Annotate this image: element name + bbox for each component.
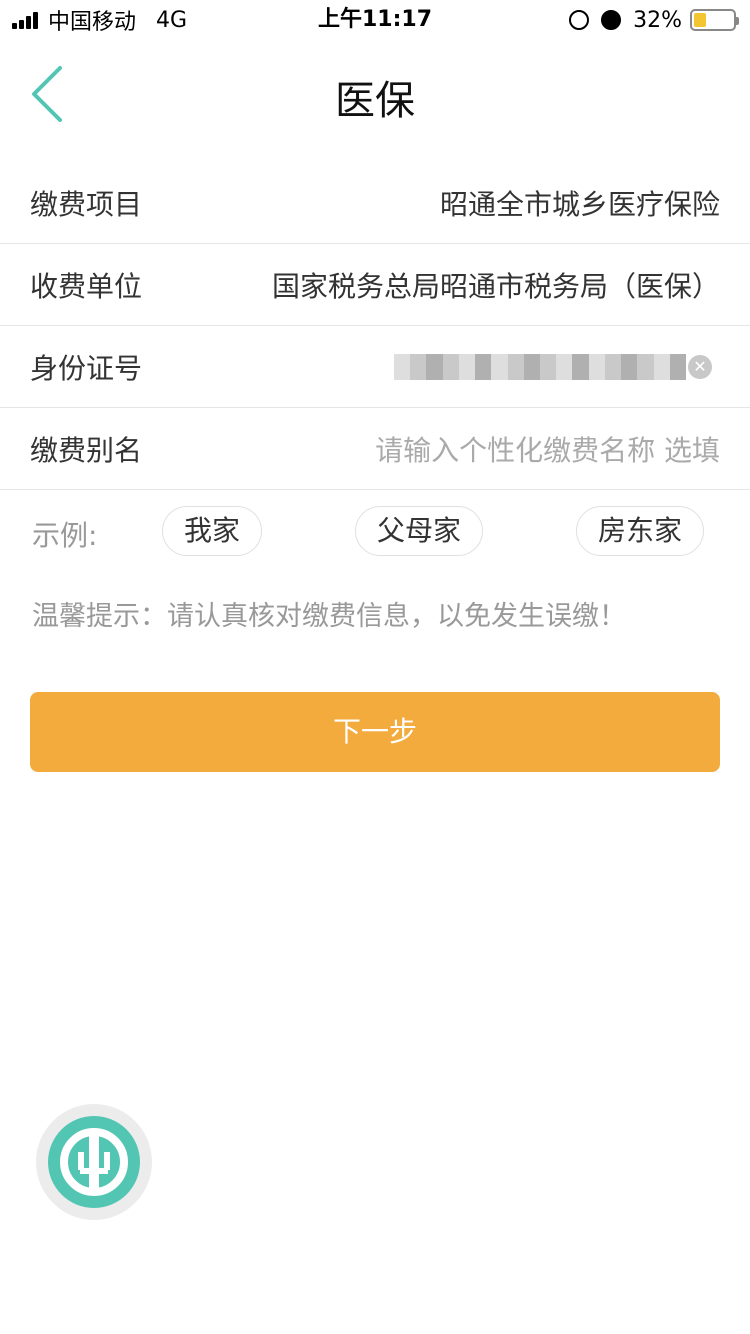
example-chip-landlord-home[interactable]: 房东家 [576, 506, 704, 556]
row-label: 缴费别名 [30, 433, 143, 467]
row-label: 身份证号 [30, 351, 143, 385]
clear-icon[interactable]: ✕ [688, 354, 712, 379]
alarm-icon [601, 10, 622, 30]
id-number-input[interactable] [394, 353, 686, 380]
battery-percent: 32% [633, 7, 682, 33]
alias-input[interactable]: 请输入个性化缴费名称 选填 [375, 429, 720, 469]
row-label: 收费单位 [30, 269, 143, 303]
alias-examples: 示例: 我家 父母家 房东家 [0, 490, 750, 574]
status-bar: 中国移动 4G 上午11:17 32% [0, 0, 750, 40]
payee-value: 国家税务总局昭通市税务局（医保） [271, 269, 720, 303]
warm-tip: 温馨提示：请认真核对缴费信息，以免发生误缴！ [32, 601, 626, 632]
next-button[interactable]: 下一步 [30, 692, 720, 772]
example-chip-parents-home[interactable]: 父母家 [355, 506, 483, 556]
row-alias[interactable]: 缴费别名 请输入个性化缴费名称 选填 [0, 408, 750, 490]
example-chip-my-home[interactable]: 我家 [162, 506, 262, 556]
nav-bar: 医保 [0, 40, 750, 150]
rotation-lock-icon [569, 10, 590, 30]
bank-logo-icon [48, 1116, 140, 1208]
payment-item-value: 昭通全市城乡医疗保险 [439, 187, 720, 221]
status-right: 32% [569, 0, 739, 40]
row-id-number: 身份证号 ✕ [0, 326, 750, 408]
battery-icon [690, 9, 739, 31]
row-payment-item: 缴费项目 昭通全市城乡医疗保险 [0, 162, 750, 244]
floating-logo-button[interactable] [36, 1104, 152, 1220]
row-label: 缴费项目 [30, 187, 143, 221]
row-payee: 收费单位 国家税务总局昭通市税务局（医保） [0, 244, 750, 326]
page-title: 医保 [335, 78, 415, 124]
payment-form: 缴费项目 昭通全市城乡医疗保险 收费单位 国家税务总局昭通市税务局（医保） 身份… [0, 162, 750, 490]
examples-label: 示例: [32, 519, 98, 552]
